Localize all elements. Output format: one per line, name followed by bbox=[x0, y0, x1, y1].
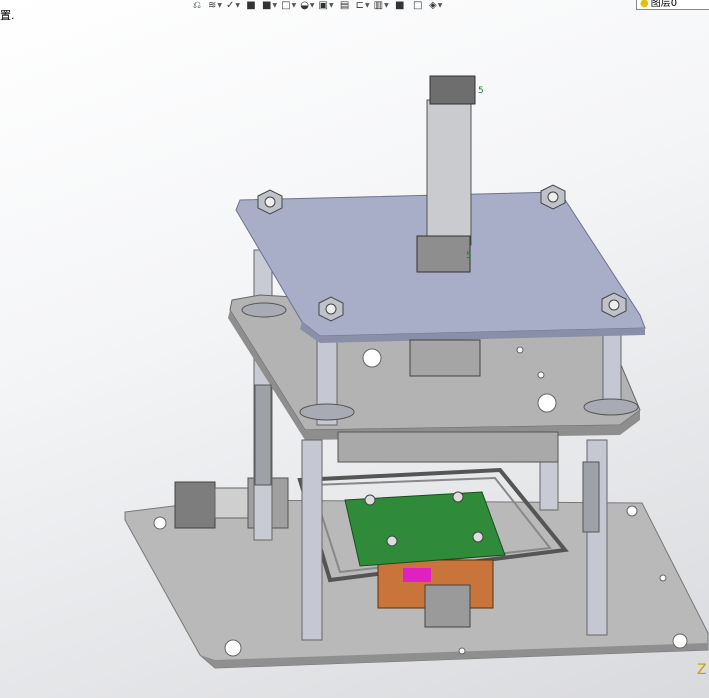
magenta-block bbox=[403, 568, 431, 582]
pcb-standoff bbox=[472, 531, 484, 543]
spring-left bbox=[254, 384, 272, 486]
lower-bearing-plate bbox=[337, 431, 559, 463]
motor-body bbox=[174, 481, 216, 529]
base-hole bbox=[458, 647, 466, 655]
flange bbox=[241, 302, 287, 318]
flange bbox=[583, 398, 639, 416]
pcb-standoff bbox=[364, 494, 376, 506]
cylinder-mount-block bbox=[409, 339, 481, 377]
cad-viewport[interactable]: 5 5 bbox=[0, 0, 709, 698]
gripper-block bbox=[424, 584, 471, 628]
motor-shaft bbox=[214, 487, 251, 519]
base-hole bbox=[659, 574, 667, 582]
base-hole bbox=[672, 633, 688, 649]
base-hole bbox=[153, 516, 167, 530]
flange bbox=[299, 403, 355, 421]
middle-plate-hole bbox=[516, 346, 524, 354]
spring-right bbox=[582, 461, 600, 533]
base-hole bbox=[626, 505, 638, 517]
fitting-marker: 5 bbox=[478, 86, 484, 96]
pcb-standoff bbox=[386, 535, 398, 547]
middle-plate-hole bbox=[362, 348, 382, 368]
pcb-standoff bbox=[452, 491, 464, 503]
base-hole bbox=[224, 639, 242, 657]
middle-plate-hole bbox=[537, 371, 545, 379]
cylinder-top-cap bbox=[429, 75, 476, 105]
fitting-marker: 5 bbox=[466, 251, 472, 261]
cylinder-bottom-cap bbox=[416, 235, 471, 273]
middle-plate-hole bbox=[537, 393, 557, 413]
pillar-front-left bbox=[301, 439, 323, 641]
cylinder-body bbox=[426, 99, 472, 246]
triad-z-label: Z bbox=[697, 662, 707, 678]
